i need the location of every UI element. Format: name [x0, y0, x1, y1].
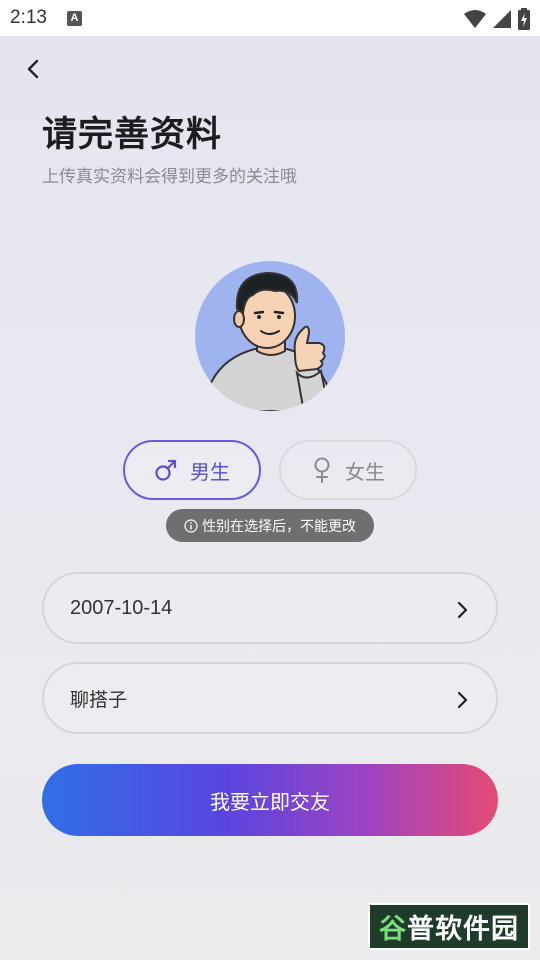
gender-male-button[interactable]: 男生	[123, 440, 261, 500]
birthday-field[interactable]: 2007-10-14	[42, 572, 498, 644]
page-subtitle: 上传真实资料会得到更多的关注哦	[42, 167, 297, 187]
chevron-left-icon	[27, 59, 39, 79]
status-bar: 2:13 A	[0, 0, 540, 36]
wifi-icon	[464, 10, 486, 28]
watermark-logo: 谷普软件园	[368, 903, 530, 950]
avatar[interactable]	[195, 261, 345, 411]
page-title: 请完善资料	[42, 115, 223, 155]
chevron-right-icon	[457, 691, 468, 709]
watermark-text-rest: 普软件园	[407, 914, 519, 945]
submit-button[interactable]: 我要立即交友	[42, 764, 498, 836]
gender-tip-text: 性别在选择后，不能更改	[202, 518, 356, 535]
chevron-right-icon	[457, 601, 468, 619]
female-icon	[314, 457, 330, 483]
gender-female-label: 女生	[345, 459, 385, 484]
info-icon	[184, 518, 198, 533]
battery-icon	[518, 8, 530, 30]
signal-icon	[493, 10, 511, 28]
status-time: 2:13	[10, 7, 47, 28]
gender-female-button[interactable]: 女生	[279, 440, 417, 500]
gender-tip: 性别在选择后，不能更改	[166, 509, 374, 542]
notification-icon: A	[66, 10, 82, 26]
birthday-value: 2007-10-14	[70, 596, 173, 619]
back-button[interactable]	[20, 55, 48, 83]
submit-label: 我要立即交友	[210, 789, 330, 814]
purpose-field[interactable]: 聊搭子	[42, 662, 498, 734]
gender-male-label: 男生	[190, 459, 230, 484]
male-icon	[155, 459, 177, 481]
avatar-illustration	[201, 271, 337, 411]
status-icons	[464, 8, 530, 30]
watermark-text-first: 谷	[379, 914, 407, 945]
purpose-value: 聊搭子	[70, 688, 128, 711]
